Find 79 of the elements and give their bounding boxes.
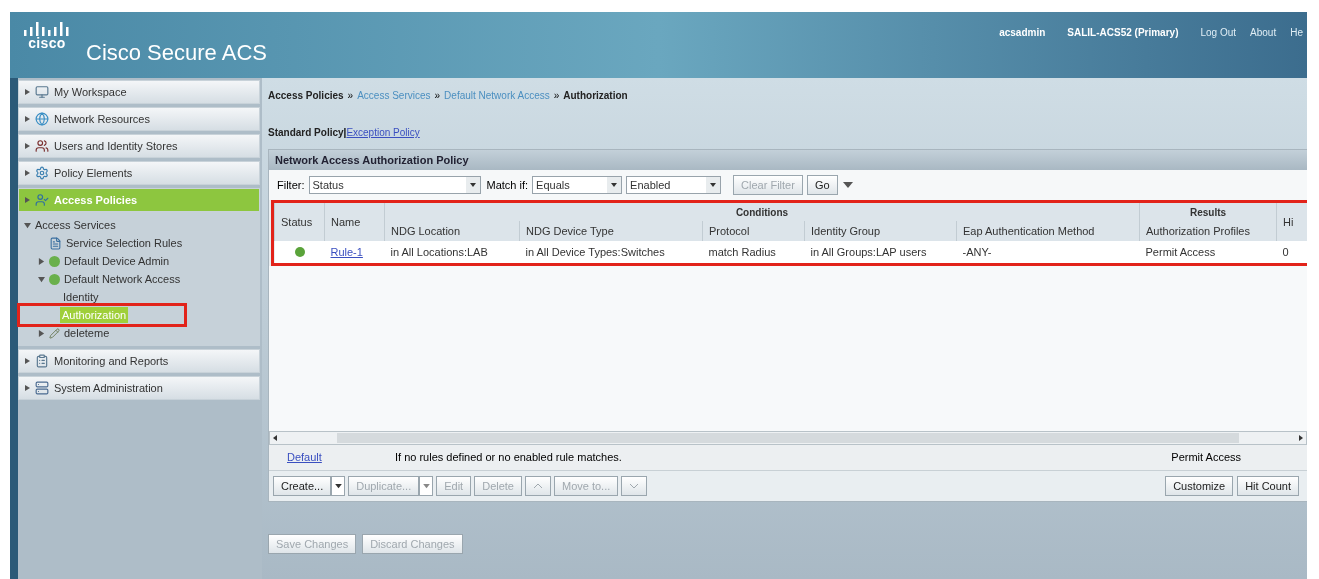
match-label: Match if: xyxy=(486,177,529,193)
scroll-left-icon[interactable] xyxy=(273,435,277,441)
default-rule-link[interactable]: Default xyxy=(287,449,395,466)
sidebar-item[interactable]: Policy Elements xyxy=(18,161,260,185)
breadcrumb-separator: » xyxy=(553,89,560,103)
table-cell: Permit Access xyxy=(1145,245,1216,258)
clipboard-icon xyxy=(35,354,49,368)
toolbar-button[interactable]: Create... xyxy=(273,476,332,496)
tree-item[interactable]: Default Device Admin xyxy=(64,252,170,270)
tree-item[interactable]: Service Selection Rules xyxy=(66,234,183,252)
logo-bars-icon xyxy=(22,22,72,36)
expand-arrow-icon[interactable] xyxy=(25,197,30,203)
caret-icon xyxy=(607,177,622,193)
table-cell: in All Groups:LAP users xyxy=(810,245,927,258)
table-cell: in All Device Types:Switches xyxy=(525,245,665,258)
sidebar-item[interactable]: Monitoring and Reports xyxy=(18,349,260,373)
caret-button[interactable] xyxy=(331,476,346,496)
header-link[interactable]: He xyxy=(1290,25,1303,40)
value-select[interactable]: Enabled xyxy=(626,176,722,194)
expand-arrow-icon[interactable] xyxy=(25,358,30,364)
scroll-right-icon[interactable] xyxy=(1299,435,1303,441)
breadcrumb-separator: » xyxy=(347,89,354,103)
panel-title: Network Access Authorization Policy xyxy=(269,150,1307,170)
horizontal-scrollbar[interactable] xyxy=(269,431,1307,445)
table-cell: -ANY- xyxy=(962,245,992,258)
toolbar-button[interactable]: Hit Count xyxy=(1237,476,1299,496)
operator-select[interactable]: Equals xyxy=(532,176,623,194)
tree-item[interactable]: Default Network Access xyxy=(64,270,181,288)
header-text: SALIL-ACS52 (Primary) xyxy=(1067,26,1179,40)
breadcrumb-separator: » xyxy=(434,89,441,103)
product-title: Cisco Secure ACS xyxy=(86,39,267,67)
gear-icon xyxy=(35,166,49,180)
tab-separator: | xyxy=(343,126,347,140)
filter-field-select[interactable]: Status xyxy=(308,176,481,194)
caret-icon xyxy=(706,177,721,193)
header-link[interactable]: About xyxy=(1250,25,1277,40)
tree-item[interactable]: Access Services xyxy=(35,216,116,234)
expand-arrow-icon[interactable] xyxy=(25,89,30,95)
table-cell: 0 xyxy=(1282,245,1289,258)
collapse-arrow-icon[interactable] xyxy=(38,275,45,283)
users-icon xyxy=(35,139,49,153)
expand-arrow-icon[interactable] xyxy=(38,257,45,265)
table-cell: in All Locations:LAB xyxy=(390,245,488,258)
default-rule-result: Permit Access xyxy=(1171,450,1241,466)
expand-arrow-icon[interactable] xyxy=(25,143,30,149)
caret-icon xyxy=(465,177,480,193)
expand-arrow-icon[interactable] xyxy=(25,385,30,391)
server-icon xyxy=(35,381,49,395)
monitor-icon xyxy=(35,85,49,99)
document-icon xyxy=(49,236,62,250)
user-check-icon xyxy=(35,193,49,207)
go-button[interactable]: Go xyxy=(806,175,838,195)
tree-item[interactable]: deleteme xyxy=(64,324,110,342)
header-text: acsadmin xyxy=(999,26,1046,40)
pencil-icon xyxy=(49,327,60,339)
sidebar-item[interactable]: Network Resources xyxy=(18,107,260,131)
sidebar-item[interactable]: System Administration xyxy=(18,376,260,400)
policy-tab[interactable]: Standard Policy xyxy=(268,125,344,140)
breadcrumb-text: Authorization xyxy=(563,89,628,103)
table-cell: match Radius xyxy=(708,245,776,258)
caret-icon xyxy=(422,483,430,489)
sidebar-item[interactable]: Users and Identity Stores xyxy=(18,134,260,158)
breadcrumb-text: Access Policies xyxy=(268,89,344,103)
caret-icon xyxy=(334,483,342,489)
rule-link[interactable]: Rule-1 xyxy=(330,245,363,258)
toolbar-button[interactable]: Customize xyxy=(1165,476,1234,496)
globe-icon xyxy=(35,112,49,126)
policy-tab[interactable]: Exception Policy xyxy=(346,125,420,140)
collapse-arrow-icon[interactable] xyxy=(24,221,31,229)
filter-label: Filter: xyxy=(277,177,305,193)
expand-arrow-icon[interactable] xyxy=(38,329,45,337)
expand-arrow-icon[interactable] xyxy=(25,170,30,176)
logo-text: cisco xyxy=(28,36,66,50)
expand-arrow-icon[interactable] xyxy=(25,116,30,122)
dropdown-icon[interactable] xyxy=(841,181,854,189)
sidebar-item[interactable]: My Workspace xyxy=(18,80,260,104)
default-rule-description: If no rules defined or no enabled rule matches. xyxy=(395,450,622,466)
header-link[interactable]: Log Out xyxy=(1200,25,1237,40)
tree-item[interactable]: Identity xyxy=(63,288,99,306)
